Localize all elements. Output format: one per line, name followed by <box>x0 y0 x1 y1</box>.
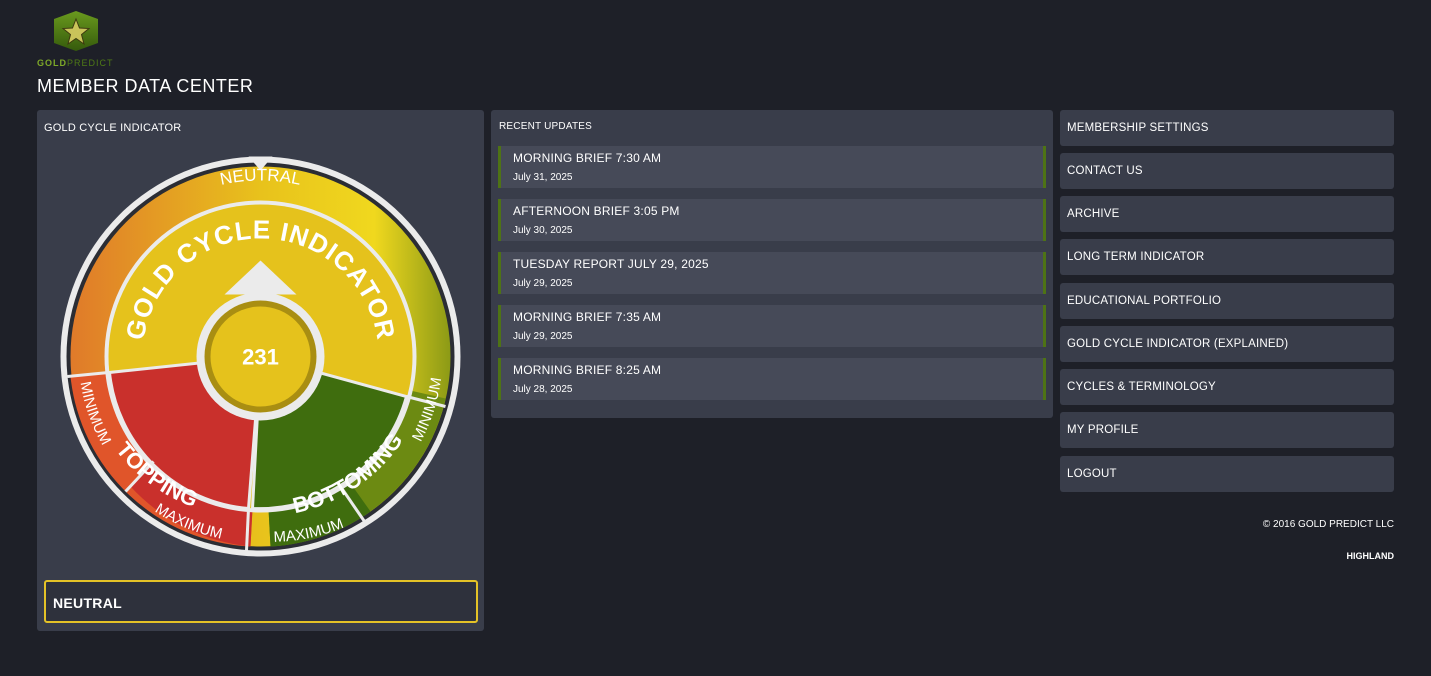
update-date: July 28, 2025 <box>513 384 573 395</box>
menu-cycles-terminology[interactable]: CYCLES & TERMINOLOGY <box>1060 369 1394 405</box>
menu-logout[interactable]: LOGOUT <box>1060 456 1394 492</box>
update-date: July 30, 2025 <box>513 225 573 236</box>
menu-label: CONTACT US <box>1067 165 1143 177</box>
update-title: AFTERNOON BRIEF 3:05 PM <box>513 204 680 218</box>
indicator-status-box: NEUTRAL <box>44 580 478 623</box>
update-date: July 31, 2025 <box>513 172 573 183</box>
update-item[interactable]: AFTERNOON BRIEF 3:05 PM July 30, 2025 <box>498 199 1046 241</box>
menu-my-profile[interactable]: MY PROFILE <box>1060 412 1394 448</box>
menu-label: MY PROFILE <box>1067 424 1139 436</box>
menu-gold-cycle-indicator-explained[interactable]: GOLD CYCLE INDICATOR (EXPLAINED) <box>1060 326 1394 362</box>
page-title: MEMBER DATA CENTER <box>37 76 254 96</box>
menu-label: ARCHIVE <box>1067 208 1120 220</box>
menu-label: MEMBERSHIP SETTINGS <box>1067 122 1209 134</box>
update-item[interactable]: MORNING BRIEF 7:35 AM July 29, 2025 <box>498 305 1046 347</box>
gold-cycle-indicator-panel: GOLD CYCLE INDICATOR GOLD CYCLE INDICATO… <box>37 110 484 631</box>
menu-archive[interactable]: ARCHIVE <box>1060 196 1394 232</box>
panel-title: GOLD CYCLE INDICATOR <box>44 122 182 134</box>
menu-contact-us[interactable]: CONTACT US <box>1060 153 1394 189</box>
brand-name: GOLDPREDICT <box>37 58 114 68</box>
star-hexagon-icon <box>54 11 98 51</box>
dial-center-value: 231 <box>242 345 279 370</box>
update-title: MORNING BRIEF 7:30 AM <box>513 151 662 165</box>
credit-link[interactable]: HIGHLAND <box>1347 551 1395 561</box>
update-title: MORNING BRIEF 8:25 AM <box>513 363 662 377</box>
recent-updates-panel: RECENT UPDATES MORNING BRIEF 7:30 AM Jul… <box>491 110 1053 418</box>
update-date: July 29, 2025 <box>513 331 573 342</box>
update-item[interactable]: MORNING BRIEF 7:30 AM July 31, 2025 <box>498 146 1046 188</box>
logo[interactable]: GOLDPREDICT <box>37 10 117 70</box>
panel-title: RECENT UPDATES <box>499 121 593 132</box>
update-date: July 29, 2025 <box>513 278 573 289</box>
menu-label: GOLD CYCLE INDICATOR (EXPLAINED) <box>1067 338 1289 350</box>
update-item[interactable]: MORNING BRIEF 8:25 AM July 28, 2025 <box>498 358 1046 400</box>
indicator-status: NEUTRAL <box>53 595 122 611</box>
menu-long-term-indicator[interactable]: LONG TERM INDICATOR <box>1060 239 1394 275</box>
update-item[interactable]: TUESDAY REPORT JULY 29, 2025 July 29, 20… <box>498 252 1046 294</box>
menu-label: EDUCATIONAL PORTFOLIO <box>1067 295 1222 307</box>
menu-label: LOGOUT <box>1067 468 1117 480</box>
menu-label: LONG TERM INDICATOR <box>1067 251 1205 263</box>
copyright: © 2016 GOLD PREDICT LLC <box>1262 519 1394 530</box>
update-title: MORNING BRIEF 7:35 AM <box>513 310 662 324</box>
update-title: TUESDAY REPORT JULY 29, 2025 <box>513 257 709 271</box>
gold-cycle-dial: GOLD CYCLE INDICATOR NEUTRAL MINIMUM MIN… <box>60 156 461 557</box>
menu-membership-settings[interactable]: MEMBERSHIP SETTINGS <box>1060 110 1394 146</box>
menu-educational-portfolio[interactable]: EDUCATIONAL PORTFOLIO <box>1060 283 1394 319</box>
menu-label: CYCLES & TERMINOLOGY <box>1067 381 1216 393</box>
